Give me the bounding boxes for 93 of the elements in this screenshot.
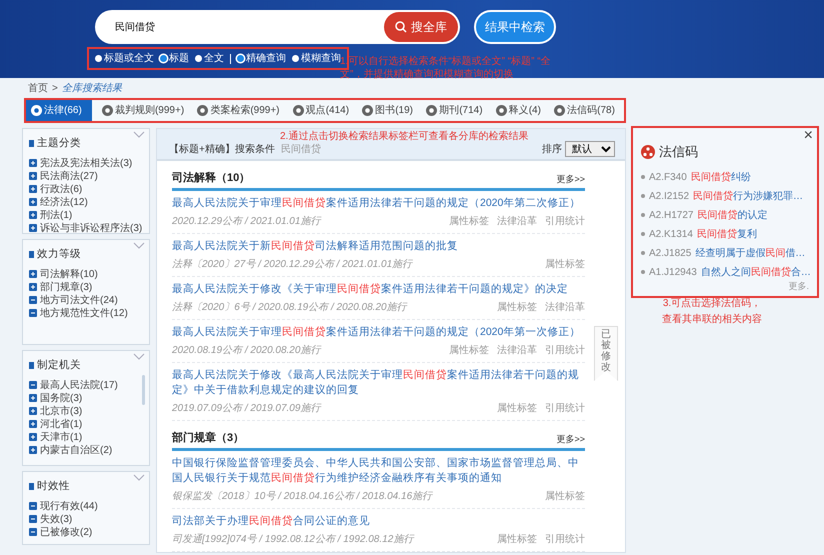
circle-icon xyxy=(292,105,304,116)
circle-icon xyxy=(31,105,42,116)
circle-icon xyxy=(426,105,438,116)
square-icon xyxy=(29,251,34,258)
circle-icon xyxy=(496,105,507,116)
filter-item[interactable]: 司法解释(10) xyxy=(29,268,145,281)
chevron-icon xyxy=(133,474,145,481)
breadcrumb-link[interactable]: 首页 xyxy=(28,80,48,96)
filter-item[interactable]: 河北省(1) xyxy=(29,418,145,431)
filter-item[interactable]: 内蒙古自治区(2) xyxy=(29,444,145,457)
circle-icon xyxy=(102,105,113,116)
radio-option[interactable]: 模糊查询 xyxy=(292,51,341,66)
filter-item[interactable]: 失效(3) xyxy=(29,512,145,526)
filter-item[interactable]: 国务院(3) xyxy=(29,392,145,405)
filter-item[interactable]: 天津市(1) xyxy=(29,430,145,444)
filter-title: 制定机关 xyxy=(37,358,81,373)
code-item[interactable]: A2.I2152 民间借贷行为涉嫌犯罪… xyxy=(641,186,804,206)
tab[interactable]: 法律(66) xyxy=(26,100,92,121)
close-button[interactable]: × xyxy=(804,128,813,144)
tab[interactable]: 图书(19) xyxy=(359,100,416,121)
result-meta: 法释〔2020〕27号 / 2020.12.29公布 / 2021.01.01施行 xyxy=(172,258,412,272)
result-title-link[interactable]: 最高人民法院关于审理民间借贷案件适用法律若干问题的规定（2020年第二次修正） xyxy=(172,196,585,211)
square-icon xyxy=(29,362,34,370)
filter-item[interactable]: 最高人民法院(17) xyxy=(29,378,145,392)
filter-title: 时效性 xyxy=(37,479,70,494)
circle-icon xyxy=(197,105,208,116)
filter-item[interactable]: 现行有效(44) xyxy=(29,500,145,513)
chevron-icon xyxy=(133,242,145,249)
tab[interactable]: 法信码(78) xyxy=(551,100,618,121)
sort-label: 排序 xyxy=(542,142,562,156)
filter-item[interactable]: 地方司法文件(24) xyxy=(29,294,145,307)
tab[interactable]: 类案检索(999+) xyxy=(194,100,283,121)
filter-title: 效力等级 xyxy=(37,247,81,262)
breadcrumb-separator: > xyxy=(52,82,58,96)
result-meta: 司发通[1992]074号 / 1992.08.12公布 / 1992.08.12施行 xyxy=(172,532,414,547)
scrollbar xyxy=(142,375,145,405)
result-title-link[interactable]: 最高人民法院关于修改《最高人民法院关于审理民间借贷案件适用法律若干问题的规定》中关于借款利息规定的建议的回复 xyxy=(172,368,585,398)
tab[interactable]: 期刊(714) xyxy=(423,100,486,121)
search-criteria: 【标题+精确】搜索条件 民间借贷 xyxy=(169,142,321,156)
filter-item[interactable]: 北京市(3) xyxy=(29,404,145,418)
filter-item[interactable]: 诉讼与非诉讼程序法(3) xyxy=(29,222,145,233)
result-title-link[interactable]: 最高人民法院关于新民间借贷司法解释适用范围问题的批复 xyxy=(172,239,585,254)
result-meta: 法释〔2020〕6号 / 2020.08.19公布 / 2020.08.20施行 xyxy=(172,300,407,315)
code-item[interactable]: A1.J12943 自然人之间民间借贷合… xyxy=(641,262,811,282)
chevron-icon xyxy=(133,131,145,138)
result-meta: 银保监发〔2018〕10号 / 2018.04.16公布 / 2018.04.16施行 xyxy=(172,490,432,504)
panel-title: 法信码 xyxy=(659,143,698,161)
annotation-text: 3.可点击选择法信码，查看其串联的相关内容 xyxy=(662,297,762,327)
filter-item[interactable]: 行政法(6) xyxy=(29,182,145,196)
tab[interactable]: 观点(414) xyxy=(290,100,352,121)
code-item[interactable]: A2.H1727 民间借贷的认定 xyxy=(641,206,768,224)
radio-option[interactable]: 全文 xyxy=(195,51,224,66)
filter-item[interactable]: 地方规范性文件(12) xyxy=(29,306,145,320)
filter-item[interactable]: 经济法(12) xyxy=(29,196,145,209)
circle-icon xyxy=(554,105,566,116)
result-meta: 2020.12.29公布 / 2021.01.01施行 xyxy=(172,215,320,229)
breadcrumb-current: 全库搜索结果 xyxy=(62,82,122,96)
square-icon xyxy=(29,483,34,490)
status-ribbon: 已被修改 xyxy=(594,326,618,381)
radio-option[interactable]: 标题或全文 xyxy=(95,51,154,66)
result-title-link[interactable]: 中国银行保险监督管理委员会、中华人民共和国公安部、国家市场监督管理总局、中国人民银行关于规范民间借贷行为维护经济金融秩序有关事项的通知 xyxy=(172,456,585,486)
square-icon xyxy=(29,140,34,148)
refine-search-button[interactable]: 结果中检索 xyxy=(474,10,556,44)
network-icon xyxy=(641,144,655,159)
sort-select[interactable]: 默认 xyxy=(565,141,615,157)
result-meta: 2019.07.09公布 / 2019.07.09施行 xyxy=(172,402,320,416)
filter-title: 主题分类 xyxy=(37,136,81,151)
filter-item[interactable]: 刑法(1) xyxy=(29,208,145,222)
filter-item[interactable]: 宪法及宪法相关法(3) xyxy=(29,156,145,170)
more-link[interactable]: 更多>> xyxy=(556,432,585,446)
tab[interactable]: 释义(4) xyxy=(492,100,544,121)
circle-icon xyxy=(362,105,374,116)
code-item[interactable]: A2.K1314 民间借贷复利 xyxy=(641,224,757,244)
section-title: 部门规章（3） xyxy=(172,430,244,446)
radio-option[interactable]: 精确查询 xyxy=(237,51,286,66)
filter-item[interactable]: 部门规章(3) xyxy=(29,280,145,294)
annotation-text: 2.通过点击切换检索结果标签栏可查看各分库的检索结果 xyxy=(280,130,528,143)
result-title-link[interactable]: 最高人民法院关于修改《关于审理民间借贷案件适用法律若干问题的规定》的决定 xyxy=(172,282,585,297)
result-title-link[interactable]: 司法部关于办理民间借贷合同公证的意见 xyxy=(172,514,585,529)
tab[interactable]: 裁判规则(999+) xyxy=(98,100,188,121)
search-button[interactable]: 搜全库 xyxy=(384,12,458,42)
code-item[interactable]: A2.J1825 经查明属于虚假民间借… xyxy=(641,244,806,262)
filter-item[interactable]: 已被修改(2) xyxy=(29,526,145,539)
radio-option[interactable]: 标题 xyxy=(160,51,189,66)
filter-item[interactable]: 民法商法(27) xyxy=(29,170,145,183)
more-link[interactable]: 更多>> xyxy=(556,172,585,186)
result-title-link[interactable]: 最高人民法院关于审理民间借贷案件适用法律若干问题的规定（2020年第一次修正） xyxy=(172,325,585,340)
code-item[interactable]: A2.F340 民间借贷纠纷 xyxy=(641,168,751,186)
chevron-icon xyxy=(133,353,145,360)
search-icon xyxy=(395,21,407,33)
section-title: 司法解释（10） xyxy=(172,170,250,186)
search-field[interactable]: 民间借贷 搜全库 xyxy=(95,10,460,44)
result-meta: 2020.08.19公布 / 2020.08.20施行 xyxy=(172,344,320,358)
